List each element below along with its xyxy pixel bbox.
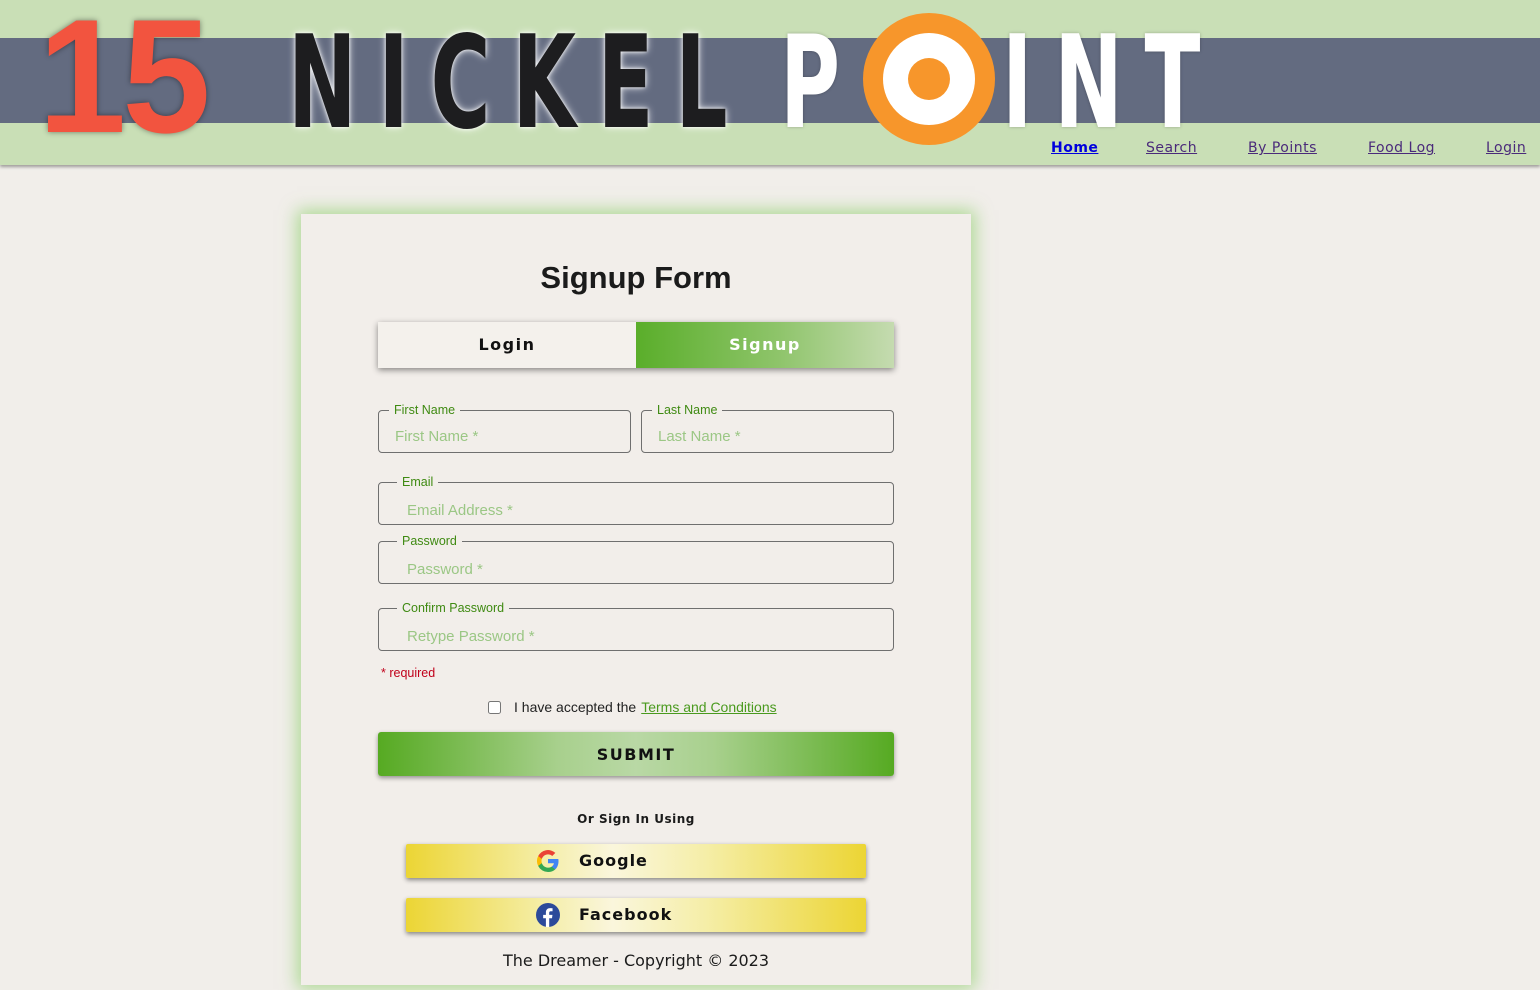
or-sign-in-label: Or Sign In Using: [577, 812, 695, 826]
confirm-password-field: Confirm Password: [378, 601, 894, 651]
google-icon: [537, 850, 559, 872]
confirm-password-input[interactable]: [405, 625, 885, 647]
last-name-input[interactable]: [656, 425, 885, 447]
last-name-field: Last Name: [641, 403, 894, 453]
tab-login[interactable]: Login: [378, 322, 636, 368]
first-name-legend: First Name: [394, 403, 456, 417]
terms-text: I have accepted the: [514, 699, 637, 715]
logo-number: 15: [38, 0, 211, 165]
footer-copyright: The Dreamer - Copyright © 2023: [502, 951, 770, 970]
email-legend: Email: [402, 475, 434, 489]
facebook-icon: [536, 903, 560, 927]
facebook-signin-button[interactable]: Facebook: [406, 898, 866, 932]
logo-word-int: INT: [1002, 9, 1223, 158]
last-name-legend: Last Name: [657, 403, 718, 417]
tab-signup[interactable]: Signup: [636, 322, 894, 368]
terms-checkbox[interactable]: [488, 700, 501, 714]
password-legend: Password: [402, 534, 457, 548]
email-field: Email: [378, 475, 894, 525]
nav-search[interactable]: Search: [1146, 140, 1197, 156]
page-title: Signup Form: [540, 260, 732, 295]
nav-food-log[interactable]: Food Log: [1368, 140, 1435, 156]
first-name-field: First Name: [378, 403, 631, 453]
email-input[interactable]: [405, 499, 885, 521]
confirm-password-legend: Confirm Password: [402, 601, 505, 615]
first-name-input[interactable]: [393, 425, 622, 447]
terms-link[interactable]: Terms and Conditions: [641, 699, 776, 715]
google-signin-button[interactable]: Google: [406, 844, 866, 878]
submit-button[interactable]: SUBMIT: [378, 732, 894, 776]
auth-tabs: Login Signup: [378, 322, 894, 368]
terms-row: I have accepted the Terms and Conditions: [488, 697, 777, 717]
nav-login[interactable]: Login: [1486, 140, 1526, 156]
facebook-label: Facebook: [579, 905, 673, 924]
nav-home[interactable]: Home: [1051, 140, 1098, 156]
google-label: Google: [579, 851, 648, 870]
password-field: Password: [378, 534, 894, 584]
password-input[interactable]: [405, 558, 885, 580]
nav-by-points[interactable]: By Points: [1248, 140, 1317, 156]
required-note: * required: [381, 666, 436, 680]
